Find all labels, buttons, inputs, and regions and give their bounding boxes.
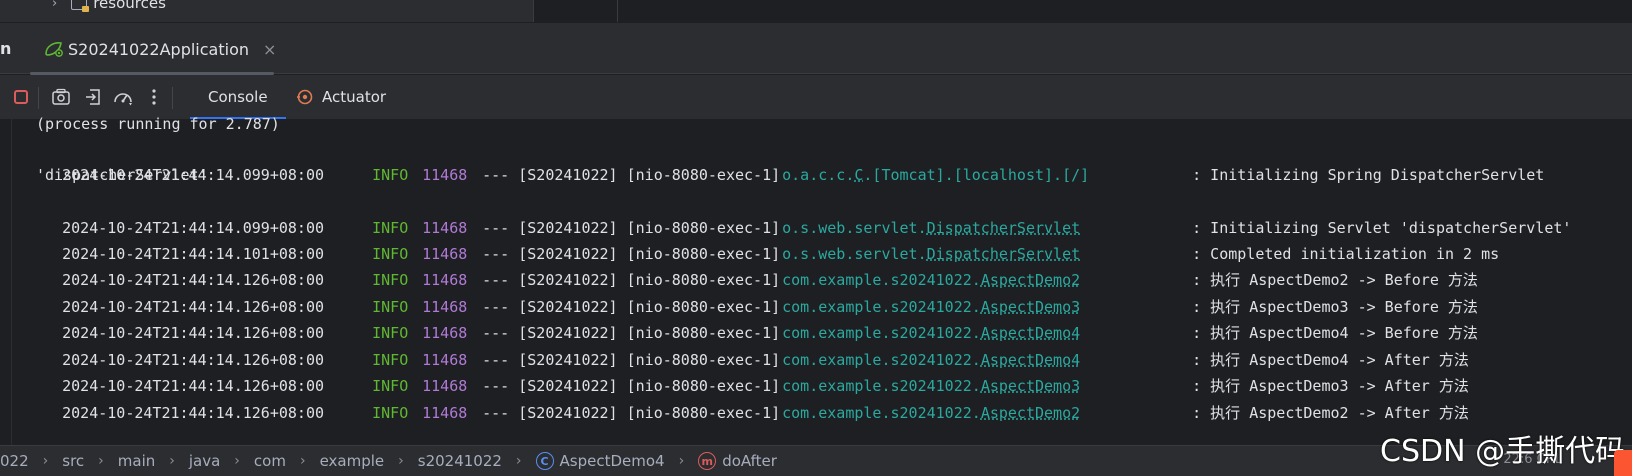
log-pid: 11468 [422, 166, 468, 184]
csdn-logo [1614, 450, 1632, 476]
stop-icon [14, 90, 28, 104]
tree-item-label: resources [93, 0, 166, 12]
toolbar-divider [172, 87, 173, 109]
tab-label: S20241022Application [68, 39, 249, 59]
chevron-right-icon[interactable]: › [52, 0, 57, 11]
tab-run-configuration[interactable]: S20241022Application × [30, 31, 276, 75]
watermark: CSDN @手撕代码 [1380, 434, 1626, 469]
breadcrumb-item-main[interactable]: main [118, 452, 155, 470]
screenshot-button[interactable] [50, 86, 72, 108]
breadcrumb-item-example[interactable]: example [320, 452, 385, 470]
class-icon: C [535, 452, 554, 470]
console-output[interactable]: (process running for 2.787) 2024-10-24T2… [0, 115, 1632, 445]
camera-icon [52, 88, 70, 105]
toolbar-divider [38, 87, 39, 109]
log-row: 2024-10-24T21:44:14.099+08:00 INFO 11468 --… [26, 189, 1571, 237]
log-row: 2024-10-24T21:44:14.126+08:00 INFO 11468 --… [26, 321, 1469, 369]
tab-console-label: Console [208, 88, 268, 106]
editor-gutter-strip [534, 0, 618, 22]
run-tool-window-header: n S20241022Application × [0, 22, 1632, 75]
breadcrumb-item-java[interactable]: java [189, 452, 220, 470]
logger-link[interactable]: AspectDemo2 [981, 404, 1080, 422]
log-level: INFO [372, 404, 409, 422]
chevron-right-icon: › [42, 453, 49, 469]
log-row: 2024-10-24T21:44:14.126+08:00 INFO 11468 --… [26, 294, 1478, 342]
chevron-right-icon: › [169, 453, 175, 469]
log-row: 2024-10-24T21:44:14.099+08:00 INFO 11468 --… [26, 136, 1544, 184]
log-logger: com.example.s20241022.AspectDemo2 [782, 400, 1192, 426]
chevron-right-icon: › [398, 453, 404, 469]
project-tree-pane: › resources [0, 0, 534, 22]
chevron-right-icon: › [234, 453, 240, 469]
console-gutter [0, 119, 12, 445]
console-line: (process running for 2.787) [36, 115, 280, 133]
stop-button[interactable] [10, 86, 32, 108]
tab-actuator[interactable]: Actuator [296, 81, 386, 113]
restore-layout-button[interactable] [82, 86, 104, 108]
run-label-partial: n [0, 39, 12, 58]
log-message: : 执行 AspectDemo2 -> After 方法 [1192, 404, 1469, 422]
log-continuation: 'dispatcherServlet' [36, 166, 208, 184]
chevron-right-icon: › [515, 453, 522, 469]
breadcrumb-item-method[interactable]: m doAfter [698, 452, 777, 470]
breadcrumb-item-package[interactable]: s20241022 [418, 452, 502, 470]
more-vertical-icon [152, 89, 156, 105]
breadcrumb-method-label: doAfter [722, 452, 777, 470]
spring-boot-icon [44, 40, 64, 58]
logger-prefix: com.example.s20241022. [782, 404, 981, 422]
log-pid: 11468 [422, 404, 468, 422]
method-icon: m [698, 452, 717, 470]
chevron-right-icon: › [299, 453, 306, 469]
log-row: 2024-10-24T21:44:14.126+08:00 INFO 11468 --… [26, 241, 1478, 289]
logger-suffix: .[Tomcat].[localhost].[/] [863, 166, 1090, 184]
log-row: 2024-10-24T21:44:14.126+08:00 INFO 11468 --… [26, 268, 1478, 316]
log-level: INFO [372, 166, 409, 184]
log-timestamp: 2024-10-24T21:44:14.126+08:00 [62, 404, 325, 422]
close-icon[interactable]: × [263, 40, 276, 59]
exit-icon [86, 89, 100, 105]
breadcrumb-item-com[interactable]: com [254, 452, 286, 470]
tab-console[interactable]: Console [190, 81, 286, 119]
log-thread: --- [S20241022] [nio-8080-exec-1] [482, 166, 781, 184]
more-options-button[interactable] [143, 86, 165, 108]
breadcrumb-class-label: AspectDemo4 [559, 452, 665, 470]
chevron-right-icon: › [678, 453, 685, 469]
actuator-icon [297, 89, 313, 105]
project-tree-strip: › resources [0, 0, 1632, 22]
tab-actuator-label: Actuator [322, 88, 387, 106]
tree-item-resources[interactable]: › resources [52, 0, 166, 12]
log-row: 2024-10-24T21:44:14.126+08:00 INFO 11468 --… [26, 347, 1469, 395]
log-row: 2024-10-24T21:44:14.126+08:00 INFO 11468 --… [26, 374, 1469, 422]
resources-folder-icon [71, 0, 90, 12]
breadcrumb-item-src[interactable]: src [62, 452, 84, 470]
gauge-icon [114, 93, 132, 106]
log-thread: --- [S20241022] [nio-8080-exec-1] [482, 404, 781, 422]
log-message: : Initializing Spring DispatcherServlet [1192, 166, 1545, 184]
logger-prefix: o.a.c.c. [782, 166, 855, 184]
profiler-button[interactable] [112, 86, 134, 108]
chevron-right-icon: › [98, 453, 104, 469]
breadcrumb-item-class[interactable]: C AspectDemo4 [535, 452, 665, 470]
log-logger: o.a.c.c.C.[Tomcat].[localhost].[/] [782, 162, 1192, 188]
breadcrumb-item-module[interactable]: 022 [0, 452, 29, 470]
log-row: 2024-10-24T21:44:14.101+08:00 INFO 11468 --… [26, 215, 1499, 263]
